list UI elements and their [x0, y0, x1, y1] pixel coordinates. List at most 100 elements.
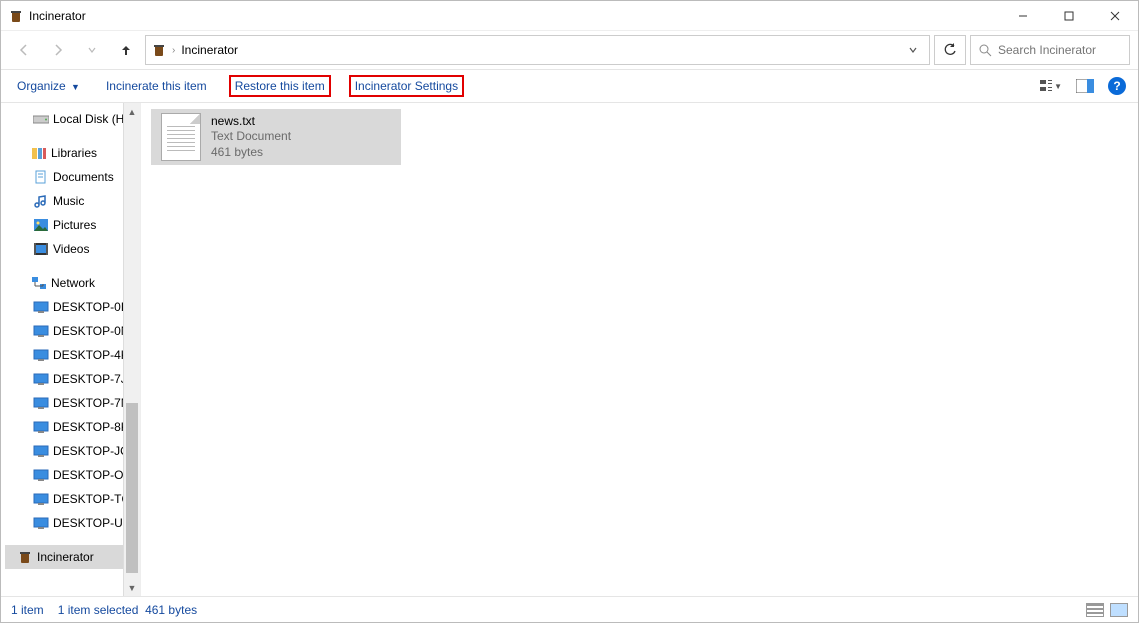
search-icon — [979, 44, 992, 57]
file-item-selected[interactable]: news.txt Text Document 461 bytes — [151, 109, 401, 165]
nav-host[interactable]: DESKTOP-UI6 — [5, 511, 123, 535]
network-icon — [31, 275, 47, 291]
nav-item-label: Pictures — [53, 218, 96, 232]
nav-pictures[interactable]: Pictures — [5, 213, 123, 237]
file-metadata: news.txt Text Document 461 bytes — [211, 114, 291, 161]
refresh-button[interactable] — [934, 35, 966, 65]
address-row: › Incinerator — [1, 31, 1138, 69]
restore-item-button[interactable]: Restore this item — [229, 75, 331, 97]
organize-menu[interactable]: Organize ▼ — [13, 77, 84, 95]
command-bar: Organize ▼ Incinerate this item Restore … — [1, 69, 1138, 103]
nav-item-label: DESKTOP-TQ — [53, 492, 123, 506]
documents-icon — [33, 169, 49, 185]
view-options-button[interactable]: ▼ — [1040, 75, 1062, 97]
preview-pane-button[interactable] — [1074, 75, 1096, 97]
content-pane[interactable]: news.txt Text Document 461 bytes — [141, 103, 1138, 596]
back-button[interactable] — [9, 35, 39, 65]
chevron-down-icon: ▼ — [1054, 82, 1062, 91]
close-button[interactable] — [1092, 1, 1138, 31]
nav-host[interactable]: DESKTOP-JOI — [5, 439, 123, 463]
recent-dropdown-button[interactable] — [77, 35, 107, 65]
nav-videos[interactable]: Videos — [5, 237, 123, 261]
chevron-down-icon: ▼ — [71, 82, 80, 92]
nav-item-label: DESKTOP-8KI — [53, 420, 123, 434]
libraries-icon — [31, 145, 47, 161]
file-name: news.txt — [211, 114, 291, 130]
computer-icon — [33, 347, 49, 363]
breadcrumb-separator-icon: › — [172, 45, 175, 56]
explorer-window: Incinerator › Incinerator Organize ▼ Inc… — [0, 0, 1139, 623]
computer-icon — [33, 299, 49, 315]
computer-icon — [33, 323, 49, 339]
minimize-button[interactable] — [1000, 1, 1046, 31]
nav-item-label: DESKTOP-7M — [53, 396, 123, 410]
nav-item-label: DESKTOP-OA — [53, 468, 123, 482]
incinerator-settings-button[interactable]: Incinerator Settings — [349, 75, 464, 97]
nav-host[interactable]: DESKTOP-8KI — [5, 415, 123, 439]
nav-item-label: DESKTOP-4KS — [53, 348, 123, 362]
nav-item-label: Documents — [53, 170, 114, 184]
nav-item-label: DESKTOP-0IT — [53, 300, 123, 314]
nav-tree: Local Disk (Hˆ Libraries Documents Music… — [1, 105, 123, 571]
scroll-up-button[interactable]: ▲ — [124, 103, 140, 120]
explorer-body: Local Disk (Hˆ Libraries Documents Music… — [1, 103, 1138, 596]
status-bar: 1 item 1 item selected 461 bytes — [1, 596, 1138, 622]
nav-item-label: Videos — [53, 242, 89, 256]
nav-item-label: Local Disk (H — [53, 112, 123, 126]
computer-icon — [33, 395, 49, 411]
nav-host[interactable]: DESKTOP-4KS — [5, 343, 123, 367]
details-view-button[interactable] — [1086, 603, 1104, 617]
computer-icon — [33, 419, 49, 435]
nav-item-label: DESKTOP-JOI — [53, 444, 123, 458]
breadcrumb-current[interactable]: Incinerator — [181, 43, 238, 57]
computer-icon — [33, 515, 49, 531]
window-title: Incinerator — [29, 9, 86, 23]
nav-host[interactable]: DESKTOP-7M — [5, 391, 123, 415]
nav-item-label: Libraries — [51, 146, 97, 160]
incinerator-icon — [17, 549, 33, 565]
incinerator-app-icon — [9, 9, 23, 23]
navigation-pane[interactable]: Local Disk (Hˆ Libraries Documents Music… — [1, 103, 141, 596]
nav-host[interactable]: DESKTOP-TQ — [5, 487, 123, 511]
nav-item-label: Network — [51, 276, 95, 290]
scroll-down-button[interactable]: ▼ — [124, 579, 140, 596]
nav-local-disk[interactable]: Local Disk (Hˆ — [5, 107, 123, 131]
titlebar: Incinerator — [1, 1, 1138, 31]
nav-host[interactable]: DESKTOP-0N — [5, 319, 123, 343]
nav-host[interactable]: DESKTOP-7J6 — [5, 367, 123, 391]
status-item-count: 1 item — [11, 603, 44, 617]
search-input[interactable] — [998, 43, 1121, 57]
nav-scrollbar[interactable]: ▲ ▼ — [123, 103, 140, 596]
address-dropdown-button[interactable] — [903, 45, 923, 55]
nav-item-label: DESKTOP-7J6 — [53, 372, 123, 386]
maximize-button[interactable] — [1046, 1, 1092, 31]
status-selected-size: 461 bytes — [145, 603, 197, 617]
computer-icon — [33, 467, 49, 483]
nav-network[interactable]: Network — [5, 271, 123, 295]
window-controls — [1000, 1, 1138, 31]
organize-label: Organize — [17, 79, 66, 93]
thumbnails-view-button[interactable] — [1110, 603, 1128, 617]
file-size: 461 bytes — [211, 145, 291, 161]
nav-documents[interactable]: Documents — [5, 165, 123, 189]
scroll-thumb[interactable] — [126, 403, 138, 573]
text-file-icon — [161, 113, 201, 161]
status-selected-count: 1 item selected — [58, 603, 139, 617]
computer-icon — [33, 371, 49, 387]
nav-incinerator[interactable]: Incinerator — [5, 545, 123, 569]
drive-icon — [33, 111, 49, 127]
forward-button[interactable] — [43, 35, 73, 65]
nav-host[interactable]: DESKTOP-OA — [5, 463, 123, 487]
file-type: Text Document — [211, 129, 291, 145]
nav-item-label: DESKTOP-0N — [53, 324, 123, 338]
search-box[interactable] — [970, 35, 1130, 65]
incinerate-item-button[interactable]: Incinerate this item — [102, 77, 211, 95]
address-bar[interactable]: › Incinerator — [145, 35, 930, 65]
nav-item-label: DESKTOP-UI6 — [53, 516, 123, 530]
nav-libraries[interactable]: Libraries — [5, 141, 123, 165]
computer-icon — [33, 491, 49, 507]
up-button[interactable] — [111, 35, 141, 65]
help-button[interactable]: ? — [1108, 77, 1126, 95]
nav-music[interactable]: Music — [5, 189, 123, 213]
nav-host[interactable]: DESKTOP-0IT — [5, 295, 123, 319]
